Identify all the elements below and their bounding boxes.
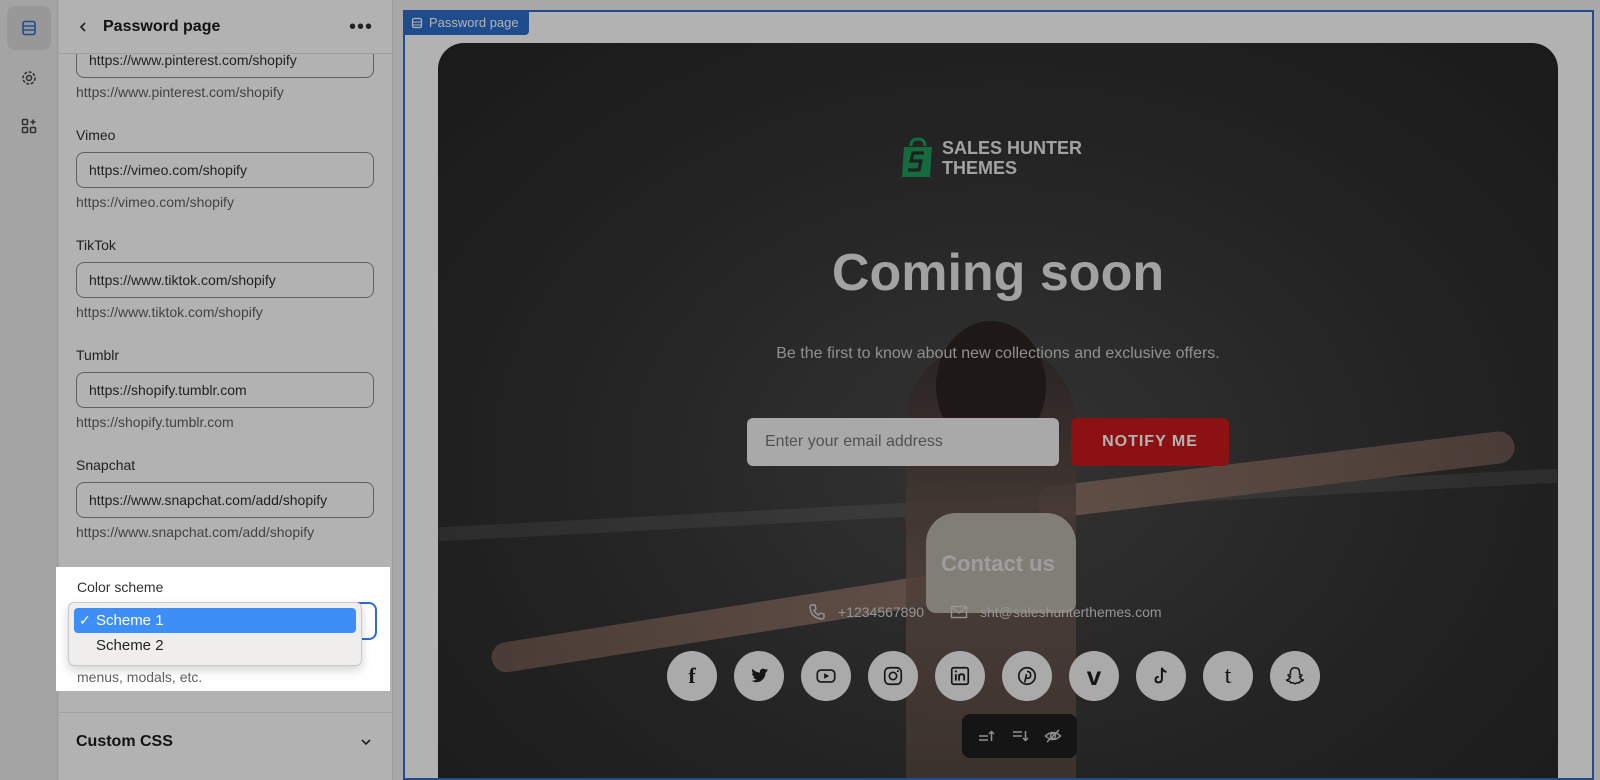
phone-number: +1234567890 bbox=[838, 604, 925, 620]
phone-icon bbox=[809, 604, 825, 620]
color-scheme-field: Color scheme menus, modals, etc. ✓ Schem… bbox=[56, 567, 390, 691]
apps-icon[interactable] bbox=[7, 104, 51, 148]
page-title: Coming soon bbox=[831, 244, 1165, 302]
sections-icon[interactable] bbox=[7, 6, 51, 50]
instagram-icon[interactable] bbox=[868, 651, 918, 701]
tiktok-label: TikTok bbox=[76, 237, 116, 253]
preview-section-tag[interactable]: Password page bbox=[403, 10, 529, 35]
eye-off-icon[interactable] bbox=[1044, 727, 1062, 745]
section-toolbar bbox=[962, 714, 1077, 758]
snapchat-help: https://www.snapchat.com/add/shopify bbox=[76, 524, 315, 540]
page-subtitle: Be the first to know about new collectio… bbox=[776, 345, 1220, 362]
tumblr-label: Tumblr bbox=[76, 347, 120, 363]
snapchat-icon[interactable] bbox=[1270, 651, 1320, 701]
move-down-icon[interactable] bbox=[1011, 727, 1029, 745]
option-label: Scheme 1 bbox=[96, 612, 164, 629]
brand-logo[interactable]: SALES HUNTER THEMES bbox=[900, 136, 1082, 180]
linkedin-icon[interactable] bbox=[935, 651, 985, 701]
theme-preview: SALES HUNTER THEMES Coming soon Be the f… bbox=[403, 10, 1594, 780]
mail-icon bbox=[950, 605, 968, 619]
sidebar-title: Password page bbox=[103, 17, 221, 35]
color-scheme-help: menus, modals, etc. bbox=[77, 669, 203, 685]
vimeo-icon[interactable]: v bbox=[1069, 651, 1119, 701]
logo-line-2: THEMES bbox=[942, 158, 1018, 178]
notify-me-button[interactable]: NOTIFY ME bbox=[1071, 418, 1229, 466]
vimeo-url-input[interactable] bbox=[76, 152, 374, 188]
checkmark-icon: ✓ bbox=[79, 612, 91, 628]
tumblr-help: https://shopify.tumblr.com bbox=[76, 414, 234, 430]
move-up-icon[interactable] bbox=[977, 727, 995, 745]
contact-email[interactable]: sht@saleshunterthemes.com bbox=[950, 603, 1162, 621]
hero-banner: SALES HUNTER THEMES Coming soon Be the f… bbox=[438, 43, 1558, 778]
preview-tag-label: Password page bbox=[429, 15, 519, 30]
vimeo-help: https://vimeo.com/shopify bbox=[76, 194, 234, 210]
tumblr-url-input[interactable] bbox=[76, 372, 374, 408]
facebook-icon[interactable]: f bbox=[667, 651, 717, 701]
gear-icon[interactable] bbox=[7, 56, 51, 100]
tiktok-help: https://www.tiktok.com/shopify bbox=[76, 304, 263, 320]
section-icon bbox=[411, 17, 423, 28]
snapchat-url-input[interactable] bbox=[76, 482, 374, 518]
custom-css-section[interactable]: Custom CSS bbox=[59, 712, 392, 770]
more-options-icon[interactable]: ••• bbox=[349, 17, 373, 37]
logo-line-1: SALES HUNTER bbox=[942, 138, 1083, 158]
pinterest-icon[interactable] bbox=[1002, 651, 1052, 701]
snapchat-label: Snapchat bbox=[76, 457, 136, 473]
color-scheme-dropdown: ✓ Scheme 1 Scheme 2 bbox=[68, 602, 362, 666]
social-links: f v t bbox=[667, 651, 1320, 701]
pinterest-help: https://www.pinterest.com/shopify bbox=[76, 84, 284, 100]
tiktok-icon[interactable] bbox=[1136, 651, 1186, 701]
email-address: sht@saleshunterthemes.com bbox=[980, 604, 1162, 620]
contact-phone[interactable]: +1234567890 bbox=[808, 603, 924, 621]
tiktok-url-input[interactable] bbox=[76, 262, 374, 298]
tumblr-icon[interactable]: t bbox=[1203, 651, 1253, 701]
option-label: Scheme 2 bbox=[96, 637, 164, 654]
color-scheme-label: Color scheme bbox=[77, 579, 164, 595]
color-scheme-option-2[interactable]: Scheme 2 bbox=[74, 633, 356, 658]
shopping-bag-logo-icon bbox=[902, 137, 932, 177]
youtube-icon[interactable] bbox=[801, 651, 851, 701]
icon-rail bbox=[0, 0, 58, 780]
twitter-icon[interactable] bbox=[734, 651, 784, 701]
vimeo-label: Vimeo bbox=[76, 127, 116, 143]
email-field[interactable] bbox=[747, 418, 1059, 466]
chevron-down-icon bbox=[361, 738, 371, 745]
chevron-left-icon[interactable] bbox=[73, 17, 93, 37]
custom-css-title: Custom CSS bbox=[76, 732, 173, 750]
sidebar-header: Password page ••• bbox=[59, 0, 392, 54]
contact-title: Contact us bbox=[941, 551, 1055, 576]
color-scheme-option-1[interactable]: ✓ Scheme 1 bbox=[74, 608, 356, 633]
